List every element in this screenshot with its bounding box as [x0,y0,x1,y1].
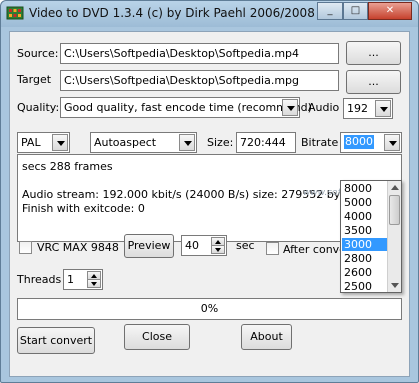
preview-seconds-value: 40 [185,239,199,252]
chevron-down-icon[interactable] [52,134,68,151]
bitrate-option[interactable]: 8000 [342,182,387,195]
audio-bitrate-value: 192 [347,102,368,115]
close-button[interactable]: Close [124,324,190,350]
bitrate-dropdown-list[interactable]: 8000 5000 4000 3500 3000 2800 2600 2500 [340,180,402,293]
bitrate-option[interactable]: 2500 [342,280,387,293]
close-window-button[interactable]: ✕ [368,2,412,20]
target-browse-button[interactable]: ... [346,70,401,94]
video-bitrate-select[interactable]: 8000 [340,132,402,153]
bitrate-option[interactable]: 2600 [342,266,387,279]
video-bitrate-value: 8000 [344,135,374,149]
start-convert-button[interactable]: Start convert [17,327,95,354]
scroll-thumb[interactable] [389,195,400,225]
after-convert-checkbox[interactable] [266,242,279,255]
threads-value: 1 [67,273,74,286]
progress-text: 0% [200,302,219,315]
source-browse-button[interactable]: ... [346,41,401,65]
audio-label: Audio [308,101,340,114]
tv-standard-select[interactable]: PAL [17,132,70,153]
log-line: Finish with exitcode: 0 [22,202,145,215]
spin-down-icon[interactable] [87,279,101,288]
chevron-down-icon[interactable] [384,134,400,151]
source-label: Source: [17,47,59,60]
bitrate-option[interactable]: 3500 [342,224,387,237]
spin-down-icon[interactable] [211,245,225,254]
bitrate-option[interactable]: 5000 [342,196,387,209]
minimize-button[interactable]: _ [317,2,343,20]
chevron-down-icon[interactable] [375,100,391,117]
scroll-up-icon[interactable] [391,185,399,190]
preview-unit-label: sec [236,239,255,252]
after-convert-label: After conve [283,243,346,256]
progress-bar: 0% [17,298,402,320]
aspect-value: Autoaspect [94,136,157,149]
chevron-down-icon[interactable] [282,99,298,116]
bitrate-label: Bitrate [301,136,339,149]
source-path-field[interactable]: C:\Users\Softpedia\Desktop\Softpedia.mp4 [60,43,339,64]
maximize-button[interactable]: □ [343,2,368,20]
threads-label: Threads [17,273,62,286]
size-field[interactable]: 720:444 [236,132,296,153]
bitrate-option[interactable]: 4000 [342,210,387,223]
title-bar[interactable]: Video to DVD 1.3.4 (c) by Dirk Paehl 200… [1,1,418,27]
target-label: Target [17,73,52,86]
quality-label: Quality: [17,101,60,114]
film-reel-icon [6,6,24,20]
about-button[interactable]: About [241,324,292,350]
threads-stepper[interactable]: 1 [63,269,103,290]
target-path-field[interactable]: C:\Users\Softpedia\Desktop\Softpedia.mpg [60,70,339,91]
audio-bitrate-select[interactable]: 192 [343,98,393,119]
bitrate-option[interactable]: 2800 [342,252,387,265]
vrc-max-checkbox[interactable] [19,241,32,254]
quality-select[interactable]: Good quality, fast encode time (recommen… [60,97,312,118]
window-title: Video to DVD 1.3.4 (c) by Dirk Paehl 200… [29,6,315,20]
scroll-down-icon[interactable] [391,283,399,288]
log-line: secs 288 frames [22,160,113,173]
preview-button[interactable]: Preview [124,234,174,258]
app-window: Video to DVD 1.3.4 (c) by Dirk Paehl 200… [0,0,419,383]
main-panel: Source: C:\Users\Softpedia\Desktop\Softp… [9,31,410,377]
size-label: Size: [207,136,234,149]
vrc-max-label: VRC MAX 9848 [37,241,119,254]
tv-standard-value: PAL [21,136,41,149]
bitrate-option[interactable]: 3000 [342,238,387,251]
chevron-down-icon[interactable] [179,134,195,151]
preview-seconds-stepper[interactable]: 40 [181,235,227,256]
aspect-select[interactable]: Autoaspect [90,132,197,153]
quality-value: Good quality, fast encode time (recommen… [64,101,312,114]
dropdown-scrollbar[interactable] [387,181,401,292]
